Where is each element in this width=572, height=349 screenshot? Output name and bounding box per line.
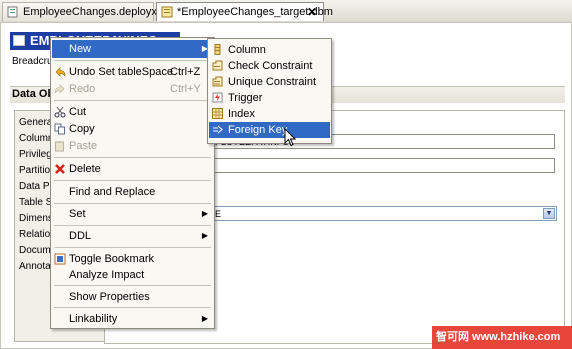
tab-label: EmployeeChanges.deployxml	[23, 6, 169, 18]
column-icon	[214, 44, 221, 55]
index-icon	[212, 108, 223, 119]
tablespace-dropdown[interactable]: E ▼	[212, 206, 557, 221]
new-submenu: Column Check Constraint Unique Constrain…	[207, 38, 332, 144]
submenu-arrow-icon: ▶	[201, 314, 208, 323]
tab-dbm-active[interactable]: *EmployeeChanges_target.dbm ✕	[156, 2, 333, 22]
undo-icon	[55, 67, 66, 77]
menu-item-copy[interactable]: Copy	[52, 120, 213, 138]
bookmark-icon	[54, 253, 66, 265]
submenu-item-column[interactable]: Column	[209, 42, 330, 58]
submenu-item-unique-constraint[interactable]: Unique Constraint	[209, 74, 330, 90]
check-constraint-icon	[212, 60, 223, 71]
menu-item-ddl[interactable]: DDL ▶	[52, 227, 213, 245]
menu-item-undo[interactable]: Undo Set tableSpace Ctrl+Z	[52, 63, 213, 81]
menu-item-analyze-impact[interactable]: Analyze Impact	[52, 266, 213, 284]
file-icon	[7, 6, 18, 18]
menu-item-delete[interactable]: Delete	[52, 160, 213, 178]
table-icon	[13, 35, 25, 46]
menu-item-linkability[interactable]: Linkability ▶	[52, 310, 213, 328]
delete-icon	[55, 164, 65, 174]
menu-item-new[interactable]: New ▶	[52, 40, 213, 58]
list-item-annotat[interactable]: Annotat	[19, 259, 53, 275]
submenu-item-foreign-key[interactable]: Foreign Key	[209, 122, 330, 138]
trigger-icon	[212, 92, 223, 103]
mouse-cursor-icon	[284, 128, 296, 147]
menu-item-set[interactable]: Set ▶	[52, 205, 213, 223]
tab-deployxml[interactable]: EmployeeChanges.deployxml	[2, 2, 169, 21]
copy-icon	[54, 123, 65, 135]
submenu-item-trigger[interactable]: Trigger	[209, 90, 330, 106]
second-field[interactable]	[212, 158, 555, 173]
menu-item-redo[interactable]: Redo Ctrl+Y	[52, 80, 213, 98]
foreign-key-icon	[213, 125, 223, 134]
submenu-item-index[interactable]: Index	[209, 106, 330, 122]
menu-item-cut[interactable]: Cut	[52, 103, 213, 121]
submenu-item-check-constraint[interactable]: Check Constraint	[209, 58, 330, 74]
submenu-arrow-icon: ▶	[201, 209, 208, 218]
context-menu: New ▶ Undo Set tableSpace Ctrl+Z Redo Ctrl+…	[50, 37, 215, 329]
menu-item-paste[interactable]: Paste	[52, 137, 213, 155]
redo-icon	[54, 84, 65, 94]
chevron-down-icon[interactable]: ▼	[543, 208, 555, 219]
scissors-icon	[54, 106, 66, 118]
paste-icon	[55, 141, 64, 152]
database-model-icon	[161, 6, 173, 18]
menu-item-show-properties[interactable]: Show Properties	[52, 288, 213, 306]
submenu-arrow-icon: ▶	[201, 231, 208, 240]
menu-item-find-replace[interactable]: Find and Replace	[52, 183, 213, 201]
watermark: 智可网 www.hzhike.com	[432, 326, 572, 349]
unique-constraint-icon	[212, 76, 223, 87]
close-icon[interactable]: ✕	[307, 3, 317, 22]
dropdown-value: E	[215, 209, 222, 219]
